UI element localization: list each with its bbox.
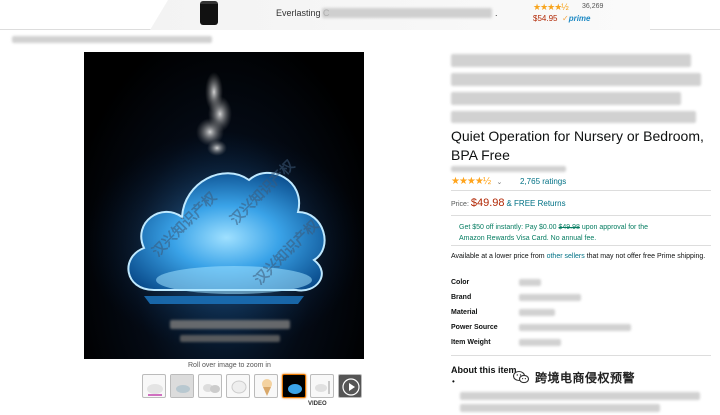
zoom-hint: Roll over image to zoom in [188, 362, 271, 369]
price-value: $49.98 [470, 197, 505, 209]
thumb-dimensions[interactable] [310, 374, 334, 398]
spec-value-item-weight [519, 339, 561, 346]
promo-text-1-end: upon approval for the [581, 224, 649, 231]
promo-text-1: Get $50 off instantly: Pay $0.00 [459, 224, 557, 231]
cloud-humidifier-illustration [84, 72, 364, 352]
lower-price-notice: Available at a lower price from other se… [451, 251, 713, 262]
redacted-breadcrumb [12, 36, 212, 43]
divider [451, 355, 711, 356]
thumb-clouds[interactable] [198, 374, 222, 398]
promo-text-2: Amazon Rewards Visa Card. No annual fee. [459, 235, 597, 242]
spec-label-item-weight: Item Weight [451, 339, 491, 346]
promo-struck-price: $49.98 [558, 224, 580, 231]
divider [451, 215, 711, 216]
redacted-title-line-4 [451, 111, 696, 123]
wechat-watermark: 跨境电商侵权预警 [513, 367, 713, 387]
spec-value-brand [519, 294, 581, 301]
lower-price-prefix: Available at a lower price from [451, 253, 545, 260]
detail-icon [231, 380, 247, 394]
video-label: VIDEO [308, 401, 327, 407]
sponsored-product-strip[interactable]: Everlasting C . ★★★★½ 36,269 $54.95 ✓pri… [0, 0, 720, 30]
spec-label-power-source: Power Source [451, 324, 498, 331]
thumb-lifestyle[interactable] [170, 374, 194, 398]
card-promo[interactable]: Get $50 off instantly: Pay $0.00 $49.98 … [459, 222, 709, 244]
rating-row[interactable]: ★★★★½ ⌄ 2,765 ratings [451, 176, 566, 187]
about-heading: About this item [451, 365, 517, 375]
ice-cream-icon [262, 379, 272, 396]
cloud-icon [147, 384, 163, 396]
prime-check-icon: ✓ [562, 14, 569, 23]
thumb-detail[interactable] [226, 374, 250, 398]
redacted-about-text-1 [460, 392, 700, 400]
redacted-title-line-1 [451, 54, 691, 67]
sponsored-price: $54.95 [533, 14, 558, 23]
thumb-video[interactable] [338, 374, 362, 398]
dimensions-icon [315, 381, 330, 394]
main-product-image[interactable]: 汉兴知识产权 汉兴知识产权 汉兴知识产权 [84, 52, 364, 359]
sponsored-stars: ★★★★½ [533, 2, 569, 12]
spec-label-color: Color [451, 279, 470, 286]
other-sellers-link[interactable]: other sellers [547, 253, 585, 260]
sponsored-review-count[interactable]: 36,269 [582, 3, 603, 10]
sponsored-product-image[interactable] [200, 1, 218, 25]
spec-value-material [519, 309, 555, 316]
wechat-icon [513, 370, 529, 384]
blue-cloud-icon [288, 384, 302, 394]
wechat-account-name: 跨境电商侵权预警 [535, 370, 636, 385]
chevron-down-icon[interactable]: ⌄ [496, 179, 502, 186]
play-icon [342, 378, 360, 396]
thumb-blue-cloud[interactable] [282, 374, 306, 398]
redacted-brand-on-image [170, 320, 290, 329]
sponsored-title-end: . [495, 8, 498, 18]
clouds-icon [203, 384, 220, 393]
star-rating-icon[interactable]: ★★★★½ [451, 176, 491, 187]
price-row: Price: $49.98 & FREE Returns [451, 197, 566, 209]
lower-price-suffix: that may not offer free Prime shipping. [586, 253, 706, 260]
free-returns-link[interactable]: & FREE Returns [506, 199, 565, 208]
spec-label-material: Material [451, 309, 478, 316]
ratings-count-link[interactable]: 2,765 ratings [520, 177, 566, 186]
redacted-title-line-2 [451, 73, 701, 86]
divider [451, 190, 711, 191]
lifestyle-icon [171, 375, 193, 397]
product-title: Quiet Operation for Nursery or Bedroom, … [451, 128, 704, 163]
bullet-marker: • [452, 377, 455, 386]
price-label: Price: [451, 201, 469, 208]
redacted-title-line-3 [451, 92, 681, 105]
redacted-about-text-2 [460, 404, 660, 412]
spec-label-brand: Brand [451, 294, 472, 301]
redacted-title [322, 8, 492, 18]
redacted-subtext-on-image [180, 335, 280, 342]
spec-value-color [519, 279, 541, 286]
thumb-ice-cream[interactable] [254, 374, 278, 398]
thumb-cloud-white[interactable] [142, 374, 166, 398]
spec-value-power-source [519, 324, 631, 331]
divider [451, 245, 711, 246]
prime-badge: ✓prime [562, 14, 591, 23]
prime-label: prime [568, 14, 591, 23]
redacted-brand-link [451, 166, 566, 172]
